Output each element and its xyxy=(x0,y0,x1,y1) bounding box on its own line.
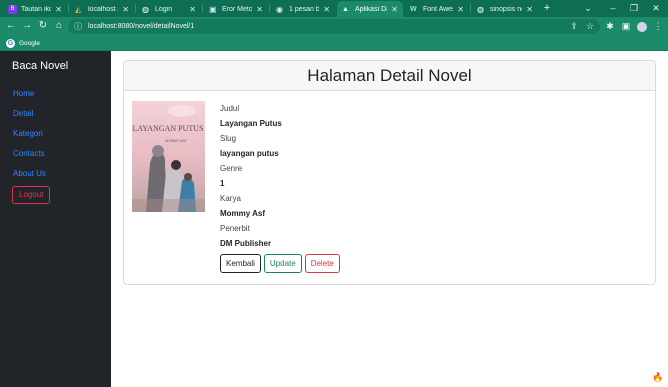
logout-button[interactable]: Logout xyxy=(12,186,51,204)
tab-label: Aplikasi Data xyxy=(355,5,387,13)
card-header: Halaman Detail Novel xyxy=(124,61,655,91)
update-button[interactable]: Update xyxy=(263,254,302,273)
sidebar-link-about-us[interactable]: About Us xyxy=(13,164,111,184)
sidebar-link-detail[interactable]: Detail xyxy=(13,104,111,124)
tab-label: Tautan ikon xyxy=(21,5,52,13)
browser-tab[interactable]: ▣ Eror Metode ✕ xyxy=(204,1,268,17)
tab-label: localhost / 12 xyxy=(88,5,118,13)
extensions-icon[interactable]: ✱ xyxy=(604,19,616,34)
tab-close-icon[interactable]: ✕ xyxy=(391,5,398,14)
browser-tab[interactable]: ◍ Login ✕ xyxy=(137,1,201,17)
tab-close-icon[interactable]: ✕ xyxy=(55,5,62,14)
home-icon[interactable]: ⌂ xyxy=(52,19,66,33)
sidebar: Baca Novel Home Detail Kategori Contacts… xyxy=(0,51,111,387)
share-icon[interactable]: ⇪ xyxy=(568,19,580,34)
forward-arrow-icon[interactable]: → xyxy=(20,19,34,33)
browser-tab[interactable]: B Tautan ikon ✕ xyxy=(3,1,67,17)
detail-label-judul: Judul xyxy=(220,104,240,113)
cover-title: LAYANGAN PUTUS xyxy=(132,124,203,133)
tab-close-icon[interactable]: ✕ xyxy=(122,5,129,14)
cover-subtitle: MOMMY ASF xyxy=(165,139,186,143)
tab-label: sinopsis nove xyxy=(490,5,522,13)
side-panel-icon[interactable]: ▣ xyxy=(620,19,632,34)
tab-label: Eror Metode xyxy=(222,5,253,13)
tab-label: 1 pesan baru xyxy=(289,5,320,13)
detail-value-genre: 1 xyxy=(220,179,225,188)
delete-button[interactable]: Delete xyxy=(304,254,340,273)
address-url: localhost:8080/novel/detailNovel/1 xyxy=(88,23,195,30)
browser-toolbar: ← → ↻ ⌂ ⓘ localhost:8080/novel/detailNov… xyxy=(0,17,668,36)
bookmark-star-icon[interactable]: ☆ xyxy=(584,19,596,34)
novel-cover-image: LAYANGAN PUTUS MOMMY ASF xyxy=(132,101,205,212)
site-info-icon[interactable]: ⓘ xyxy=(74,21,82,32)
address-bar[interactable]: ⓘ localhost:8080/novel/detailNovel/1 xyxy=(68,19,600,34)
browser-tab[interactable]: ◍ sinopsis nove ✕ xyxy=(472,1,538,17)
flame-icon[interactable]: 🔥 xyxy=(652,371,664,383)
detail-value-judul: Layangan Putus xyxy=(220,119,282,128)
tab-close-icon[interactable]: ✕ xyxy=(526,5,533,14)
browser-tab-active[interactable]: ▲ Aplikasi Data ✕ xyxy=(337,1,403,17)
tab-label: Font Aweson xyxy=(423,5,453,13)
tab-search-icon[interactable]: ⌄ xyxy=(578,1,598,15)
sidebar-link-home[interactable]: Home xyxy=(13,84,111,104)
tab-favicon-icon: W xyxy=(410,5,417,13)
detail-card: Halaman Detail Novel LAYANGAN PUTUS MOMM… xyxy=(123,60,656,285)
action-buttons: Kembali Update Delete xyxy=(220,254,520,273)
tab-favicon-icon: ◉ xyxy=(276,4,283,14)
detail-value-karya: Mommy Asf xyxy=(220,209,266,218)
main-content: Halaman Detail Novel LAYANGAN PUTUS MOMM… xyxy=(111,51,668,387)
browser-tab[interactable]: ◉ 1 pesan baru ✕ xyxy=(271,1,335,17)
reload-icon[interactable]: ↻ xyxy=(36,19,50,33)
brand-title[interactable]: Baca Novel xyxy=(12,59,111,73)
sidebar-link-contacts[interactable]: Contacts xyxy=(13,144,111,164)
tab-label: Login xyxy=(155,5,173,13)
browser-tab[interactable]: W Font Aweson ✕ xyxy=(405,1,469,17)
bookmark-google[interactable]: G Google xyxy=(6,38,40,49)
tab-favicon-icon: ▲ xyxy=(342,5,349,13)
sidebar-link-kategori[interactable]: Kategori xyxy=(13,124,111,144)
browser-tab-strip: B Tautan ikon ✕ ◭ localhost / 12 ✕ ◍ Log… xyxy=(0,0,668,17)
detail-value-slug: layangan putus xyxy=(220,149,279,158)
bookmark-label: Google xyxy=(19,40,40,47)
back-arrow-icon[interactable]: ← xyxy=(4,19,18,33)
detail-label-slug: Slug xyxy=(220,134,237,143)
bookmarks-bar: G Google xyxy=(0,36,668,51)
tab-favicon-icon: ◍ xyxy=(477,4,484,14)
tab-favicon-icon: ▣ xyxy=(209,4,217,14)
novel-details: Judul Layangan Putus Slug layangan putus… xyxy=(220,101,520,273)
google-icon: G xyxy=(6,39,15,48)
detail-label-karya: Karya xyxy=(220,194,241,203)
minimize-icon[interactable]: – xyxy=(603,1,623,15)
detail-label-penerbit: Penerbit xyxy=(220,224,250,233)
tab-favicon-icon: ◍ xyxy=(142,4,149,14)
browser-tab[interactable]: ◭ localhost / 12 ✕ xyxy=(70,1,134,17)
tab-favicon-icon: B xyxy=(8,4,17,14)
profile-avatar-icon[interactable] xyxy=(636,19,648,34)
close-window-icon[interactable]: ✕ xyxy=(646,1,666,15)
tab-close-icon[interactable]: ✕ xyxy=(189,5,196,14)
back-button[interactable]: Kembali xyxy=(220,254,261,273)
tab-favicon-icon: ◭ xyxy=(75,4,82,14)
page-title: Halaman Detail Novel xyxy=(307,65,472,85)
tab-close-icon[interactable]: ✕ xyxy=(457,5,464,14)
restore-icon[interactable]: ❐ xyxy=(624,1,644,15)
tab-close-icon[interactable]: ✕ xyxy=(323,5,330,14)
detail-label-genre: Genre xyxy=(220,164,243,173)
detail-value-penerbit: DM Publisher xyxy=(220,239,272,248)
tab-close-icon[interactable]: ✕ xyxy=(256,5,263,14)
new-tab-icon[interactable]: + xyxy=(541,2,553,15)
menu-kebab-icon[interactable]: ⋮ xyxy=(652,19,664,34)
